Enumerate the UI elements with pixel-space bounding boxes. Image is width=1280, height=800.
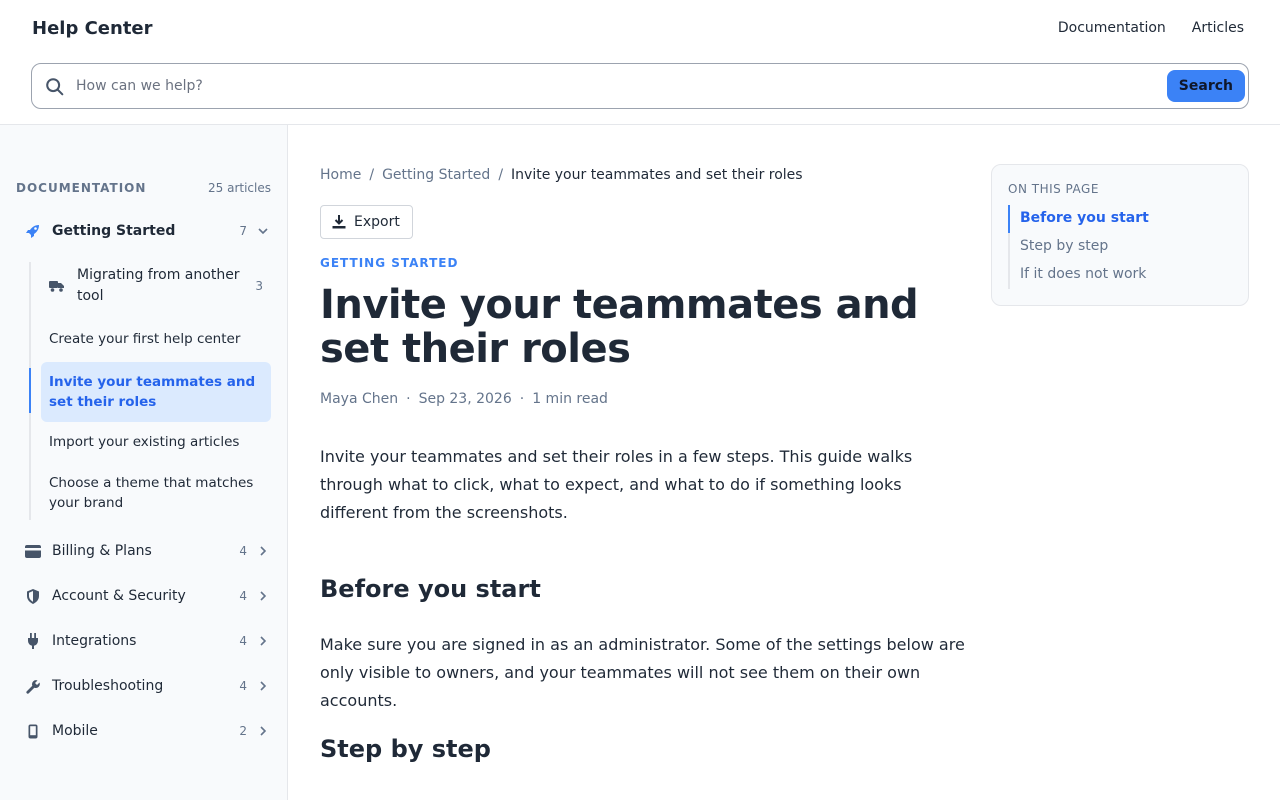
article-category[interactable]: GETTING STARTED bbox=[320, 256, 458, 270]
chevron-down-icon bbox=[255, 223, 271, 239]
sidebar-article-count: 25 articles bbox=[208, 181, 271, 195]
sidebar-item-label: Mobile bbox=[52, 723, 98, 739]
search-icon bbox=[46, 78, 64, 96]
sidebar-item-label: Account & Security bbox=[52, 588, 186, 604]
sidebar-item-count: 4 bbox=[239, 679, 247, 693]
meta-separator: · bbox=[519, 391, 525, 407]
export-label: Export bbox=[354, 214, 400, 230]
article-author: Maya Chen bbox=[320, 391, 399, 407]
site-header: Help Center Documentation Articles Searc… bbox=[0, 0, 1280, 125]
article-read-time: 1 min read bbox=[532, 391, 608, 407]
sidebar-item-billing[interactable]: Billing & Plans 4 bbox=[16, 533, 271, 569]
toc-active-indicator bbox=[1008, 205, 1010, 233]
sidebar-title: DOCUMENTATION bbox=[16, 181, 147, 195]
sidebar-item-count: 4 bbox=[239, 544, 247, 558]
breadcrumb-getting-started[interactable]: Getting Started bbox=[382, 167, 490, 183]
sidebar-item-label: Migrating from another tool bbox=[77, 267, 240, 304]
sidebar-item-getting-started[interactable]: Getting Started 7 bbox=[16, 213, 271, 249]
sidebar-item-label: Billing & Plans bbox=[52, 543, 152, 559]
article-intro: Invite your teammates and set their role… bbox=[320, 447, 913, 522]
sidebar-item-label: Integrations bbox=[52, 633, 137, 649]
wrench-icon bbox=[21, 679, 45, 694]
page-title: Invite your teammates and set their role… bbox=[320, 282, 919, 372]
sidebar-article-choose-theme[interactable]: Choose a theme that matches your brand bbox=[41, 473, 271, 513]
toc-item-step-by-step[interactable]: Step by step bbox=[1020, 238, 1108, 254]
toc-title: ON THIS PAGE bbox=[1008, 182, 1099, 196]
chevron-right-icon bbox=[255, 588, 271, 604]
nav-articles[interactable]: Articles bbox=[1192, 20, 1244, 36]
sidebar-header: DOCUMENTATION 25 articles bbox=[16, 181, 271, 195]
phone-icon bbox=[21, 724, 45, 739]
active-indicator bbox=[29, 368, 31, 413]
chevron-right-icon bbox=[255, 723, 271, 739]
download-icon bbox=[332, 215, 346, 229]
meta-separator: · bbox=[406, 391, 411, 407]
export-button[interactable]: Export bbox=[320, 205, 413, 239]
sidebar-item-migrating[interactable]: Migrating from another tool 3 bbox=[41, 263, 271, 309]
sidebar-item-label: Troubleshooting bbox=[52, 678, 164, 694]
search-button[interactable]: Search bbox=[1166, 70, 1245, 102]
chevron-right-icon bbox=[255, 543, 271, 559]
sidebar-item-count: 3 bbox=[255, 279, 263, 293]
sidebar-item-mobile[interactable]: Mobile 2 bbox=[16, 713, 271, 749]
breadcrumb-separator: / bbox=[369, 167, 375, 183]
chevron-right-icon bbox=[255, 633, 271, 649]
sidebar-article-import-articles[interactable]: Import your existing articles bbox=[41, 432, 271, 452]
breadcrumb-home[interactable]: Home bbox=[320, 167, 361, 183]
breadcrumb: Home / Getting Started / Invite your teammat… bbox=[320, 167, 803, 183]
search-input[interactable] bbox=[76, 72, 1156, 100]
section-heading-before-you-start: Before you start bbox=[320, 575, 541, 603]
sidebar-item-account-security[interactable]: Account & Security 4 bbox=[16, 578, 271, 614]
sidebar-article-create-help-center[interactable]: Create your first help center bbox=[41, 329, 271, 349]
sidebar-article-invite-teammates[interactable]: Invite your teammates and set their role… bbox=[41, 362, 271, 422]
plug-icon bbox=[21, 633, 45, 649]
article-meta: Maya Chen · Sep 23, 2026 · 1 min read bbox=[320, 391, 608, 407]
brand-title[interactable]: Help Center bbox=[32, 18, 153, 39]
rocket-icon bbox=[21, 223, 45, 239]
truck-icon bbox=[49, 279, 69, 293]
breadcrumb-separator: / bbox=[498, 167, 504, 183]
section-body-before-you-start: Make sure you are signed in as an admini… bbox=[320, 635, 965, 710]
sidebar-item-integrations[interactable]: Integrations 4 bbox=[16, 623, 271, 659]
breadcrumb-current: Invite your teammates and set their role… bbox=[511, 167, 803, 183]
top-nav: Documentation Articles bbox=[1058, 20, 1244, 36]
search-bar: Search bbox=[31, 63, 1249, 109]
section-heading-step-by-step: Step by step bbox=[320, 735, 491, 763]
shield-icon bbox=[21, 588, 45, 604]
toc-item-if-it-does-not-work[interactable]: If it does not work bbox=[1020, 266, 1146, 282]
sidebar-item-count: 4 bbox=[239, 634, 247, 648]
sidebar-item-troubleshooting[interactable]: Troubleshooting 4 bbox=[16, 668, 271, 704]
sidebar-item-count: 2 bbox=[239, 724, 247, 738]
nav-documentation[interactable]: Documentation bbox=[1058, 20, 1166, 36]
chevron-right-icon bbox=[255, 678, 271, 694]
table-of-contents: ON THIS PAGE Before you start Step by st… bbox=[991, 164, 1249, 306]
toc-item-before-you-start[interactable]: Before you start bbox=[1020, 210, 1149, 226]
sidebar-item-label: Getting Started bbox=[52, 223, 176, 239]
article-date: Sep 23, 2026 bbox=[418, 391, 512, 407]
sidebar-item-count: 4 bbox=[239, 589, 247, 603]
credit-card-icon bbox=[21, 544, 45, 558]
sidebar-item-count: 7 bbox=[239, 224, 247, 238]
